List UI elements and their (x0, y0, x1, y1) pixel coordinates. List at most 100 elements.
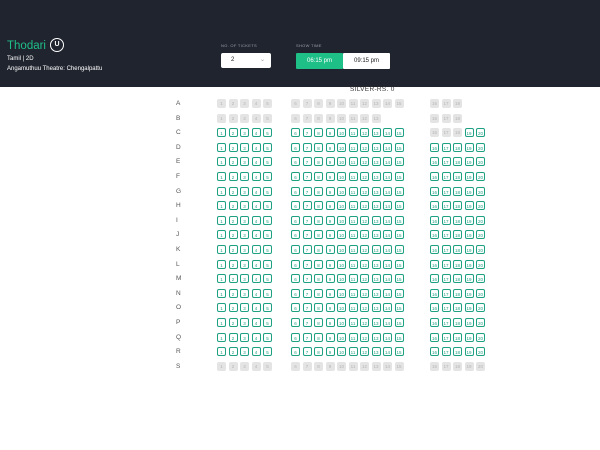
seat-available-n1[interactable]: 1 (217, 288, 226, 298)
seat-available-c13[interactable]: 13 (371, 128, 381, 138)
seat-available-r5[interactable]: 5 (263, 347, 272, 357)
seat-available-l7[interactable]: 7 (302, 259, 312, 269)
seat-available-o5[interactable]: 5 (263, 303, 272, 313)
seat-available-h7[interactable]: 7 (302, 201, 312, 211)
seat-available-q13[interactable]: 13 (371, 332, 381, 342)
seat-available-h5[interactable]: 5 (263, 201, 272, 211)
seat-available-r4[interactable]: 4 (251, 347, 261, 357)
seat-available-k1[interactable]: 1 (217, 245, 226, 254)
seat-available-c2[interactable]: 2 (228, 128, 238, 138)
seat-available-e4[interactable]: 4 (251, 157, 261, 167)
seat-available-j7[interactable]: 7 (302, 230, 312, 240)
seat-available-n5[interactable]: 5 (263, 288, 272, 298)
seat-available-i6[interactable]: 6 (291, 215, 300, 225)
seat-available-c9[interactable]: 9 (325, 128, 335, 138)
seat-available-i9[interactable]: 9 (325, 215, 335, 225)
seat-available-g20[interactable]: 20 (476, 186, 485, 196)
seat-available-c14[interactable]: 14 (383, 128, 392, 138)
seat-available-c12[interactable]: 12 (360, 128, 369, 138)
seat-available-h8[interactable]: 8 (314, 201, 323, 211)
seat-available-i17[interactable]: 17 (441, 215, 451, 225)
seat-available-l15[interactable]: 15 (394, 259, 404, 269)
seat-available-c11[interactable]: 11 (348, 128, 358, 138)
seat-available-h4[interactable]: 4 (251, 201, 261, 211)
seat-available-e5[interactable]: 5 (263, 157, 272, 167)
seat-available-k19[interactable]: 19 (464, 245, 474, 254)
seat-available-r15[interactable]: 15 (394, 347, 404, 357)
seat-available-q6[interactable]: 6 (291, 332, 300, 342)
seat-available-k16[interactable]: 16 (430, 245, 439, 254)
seat-available-p13[interactable]: 13 (371, 318, 381, 327)
seat-available-f10[interactable]: 10 (337, 172, 346, 181)
seat-available-l16[interactable]: 16 (430, 259, 439, 269)
seat-available-j15[interactable]: 15 (394, 230, 404, 240)
seat-available-l5[interactable]: 5 (263, 259, 272, 269)
seat-available-n18[interactable]: 18 (453, 288, 462, 298)
seat-available-h10[interactable]: 10 (337, 201, 346, 211)
seat-available-q8[interactable]: 8 (314, 332, 323, 342)
seat-available-g1[interactable]: 1 (217, 186, 226, 196)
seat-available-i15[interactable]: 15 (394, 215, 404, 225)
seat-available-g19[interactable]: 19 (464, 186, 474, 196)
seat-available-i20[interactable]: 20 (476, 215, 485, 225)
seat-available-d16[interactable]: 16 (430, 142, 439, 152)
seat-available-m3[interactable]: 3 (240, 274, 249, 284)
seat-available-m12[interactable]: 12 (360, 274, 369, 284)
seat-available-i10[interactable]: 10 (337, 215, 346, 225)
seat-available-e15[interactable]: 15 (394, 157, 404, 167)
seat-available-f13[interactable]: 13 (371, 172, 381, 181)
seat-available-j20[interactable]: 20 (476, 230, 485, 240)
seat-available-m4[interactable]: 4 (251, 274, 261, 284)
seat-available-g2[interactable]: 2 (228, 186, 238, 196)
seat-available-m7[interactable]: 7 (302, 274, 312, 284)
seat-available-q5[interactable]: 5 (263, 332, 272, 342)
seat-available-i1[interactable]: 1 (217, 215, 226, 225)
seat-available-i2[interactable]: 2 (228, 215, 238, 225)
seat-available-e20[interactable]: 20 (476, 157, 485, 167)
seat-available-o18[interactable]: 18 (453, 303, 462, 313)
seat-available-q16[interactable]: 16 (430, 332, 439, 342)
seat-available-m19[interactable]: 19 (464, 274, 474, 284)
seat-available-n16[interactable]: 16 (430, 288, 439, 298)
seat-available-l13[interactable]: 13 (371, 259, 381, 269)
seat-available-j1[interactable]: 1 (217, 230, 226, 240)
seat-available-r18[interactable]: 18 (453, 347, 462, 357)
seat-available-d10[interactable]: 10 (337, 142, 346, 152)
seat-available-l2[interactable]: 2 (228, 259, 238, 269)
seat-available-l14[interactable]: 14 (383, 259, 392, 269)
seat-available-p11[interactable]: 11 (348, 318, 358, 327)
seat-available-m20[interactable]: 20 (476, 274, 485, 284)
seat-available-d14[interactable]: 14 (383, 142, 392, 152)
seat-available-p1[interactable]: 1 (217, 318, 226, 327)
seat-available-q4[interactable]: 4 (251, 332, 261, 342)
seat-available-e1[interactable]: 1 (217, 157, 226, 167)
seat-available-i4[interactable]: 4 (251, 215, 261, 225)
seat-available-j19[interactable]: 19 (464, 230, 474, 240)
seat-available-k14[interactable]: 14 (383, 245, 392, 254)
seat-available-h9[interactable]: 9 (325, 201, 335, 211)
seat-available-m10[interactable]: 10 (337, 274, 346, 284)
seat-available-r6[interactable]: 6 (291, 347, 300, 357)
seat-available-d7[interactable]: 7 (302, 142, 312, 152)
seat-available-j10[interactable]: 10 (337, 230, 346, 240)
seat-available-j5[interactable]: 5 (263, 230, 272, 240)
seat-available-i3[interactable]: 3 (240, 215, 249, 225)
seat-available-e2[interactable]: 2 (228, 157, 238, 167)
seat-available-e13[interactable]: 13 (371, 157, 381, 167)
seat-available-d15[interactable]: 15 (394, 142, 404, 152)
seat-available-o2[interactable]: 2 (228, 303, 238, 313)
seat-available-h1[interactable]: 1 (217, 201, 226, 211)
seat-available-i11[interactable]: 11 (348, 215, 358, 225)
seat-available-i12[interactable]: 12 (360, 215, 369, 225)
seat-available-i16[interactable]: 16 (430, 215, 439, 225)
seat-available-r20[interactable]: 20 (476, 347, 485, 357)
seat-available-q15[interactable]: 15 (394, 332, 404, 342)
seat-available-k13[interactable]: 13 (371, 245, 381, 254)
seat-available-c6[interactable]: 6 (291, 128, 300, 138)
seat-available-r7[interactable]: 7 (302, 347, 312, 357)
seat-available-n20[interactable]: 20 (476, 288, 485, 298)
seat-available-n19[interactable]: 19 (464, 288, 474, 298)
seat-available-p19[interactable]: 19 (464, 318, 474, 327)
seat-available-e14[interactable]: 14 (383, 157, 392, 167)
seat-available-g3[interactable]: 3 (240, 186, 249, 196)
